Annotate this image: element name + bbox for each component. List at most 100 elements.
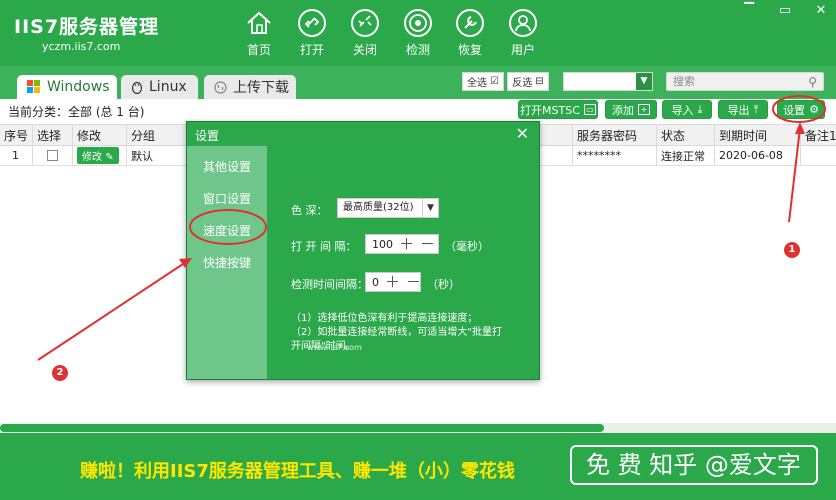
col-note1[interactable]: 备注1 (800, 125, 836, 145)
row-note1 (800, 146, 836, 165)
nav-restore-label: 恢复 (457, 43, 482, 57)
row-password: ******** (572, 146, 656, 165)
row-checkbox[interactable] (47, 150, 58, 161)
check-interval-unit: （秒） (427, 278, 460, 291)
wrench-icon (456, 9, 484, 37)
gear-icon: ⚙ (809, 103, 819, 116)
row-edit-cell: 修改 ✎ (72, 146, 126, 165)
tab-windows-label: Windows (47, 79, 110, 95)
color-depth-label: 色 深： (291, 204, 328, 217)
col-edit[interactable]: 修改 (72, 125, 126, 145)
check-interval-stepper[interactable]: 0 ＋ － (365, 272, 421, 292)
user-icon (509, 9, 537, 37)
nav-home-button[interactable]: 首页 (234, 8, 284, 58)
close-window-button[interactable]: ✕ (814, 3, 828, 18)
col-expiry[interactable]: 到期时间 (714, 125, 800, 145)
minimize-button[interactable]: ▔ (742, 3, 756, 18)
sidebar-item-speed[interactable]: 速度设置 (187, 222, 267, 239)
horizontal-scrollbar[interactable] (0, 423, 836, 433)
nav-user-button[interactable]: 用户 (498, 8, 548, 58)
dialog-watermark: www.iis7.com (307, 343, 362, 352)
plus-icon[interactable]: ＋ (399, 235, 414, 253)
windows-icon (27, 80, 40, 93)
check-interval-value: 0 (372, 275, 379, 289)
row-select-cell (32, 146, 72, 165)
col-select[interactable]: 选择 (32, 125, 72, 145)
banner-text: 赚啦！利用IIS7服务器管理工具、赚一堆（小）零花钱 (80, 457, 515, 483)
close-icon[interactable]: ✕ (516, 124, 529, 143)
settings-label: 设置 (783, 103, 806, 117)
col-group[interactable]: 分组 (126, 125, 186, 145)
checkbox-icon: ☑ (490, 76, 499, 87)
row-status: 连接正常 (656, 146, 714, 165)
monitor-icon: ▭ (583, 104, 596, 115)
invert-selection-button[interactable]: 反选 ⊟ (507, 72, 549, 91)
check-interval-label: 检测时间间隔： (291, 278, 368, 291)
col-password[interactable]: 服务器密码 (572, 125, 656, 145)
app-header: IIS7服务器管理 yczm.iis7.com 首页 打开 关闭 检测 恢复 用… (0, 0, 836, 66)
minus-icon[interactable]: － (420, 235, 435, 253)
banner-prefix: 赚啦！利用IIS7服务器管理工具、赚一堆（小） (80, 461, 461, 482)
invert-label: 反选 (512, 78, 533, 89)
open-mstsc-button[interactable]: 打开MSTSC ▭ (518, 100, 598, 119)
minus-icon[interactable]: － (406, 273, 421, 291)
edit-label: 修改 (82, 152, 102, 163)
category-dropdown[interactable]: ▼ (563, 72, 653, 91)
nav-close-label: 关闭 (352, 43, 377, 57)
sidebar-item-window[interactable]: 窗口设置 (187, 190, 267, 207)
nav-detect-button[interactable]: 检测 (393, 8, 443, 58)
import-button[interactable]: 导入 ⤓ (662, 100, 712, 119)
export-button[interactable]: 导出 ⤒ (718, 100, 768, 119)
nav-close-button[interactable]: 关闭 (340, 8, 390, 58)
open-interval-stepper[interactable]: 100 ＋ － (365, 234, 439, 254)
tab-linux[interactable]: Linux (121, 75, 198, 99)
settings-dialog: 设置 ✕ 其他设置 窗口设置 速度设置 快捷按键 色 深： 最高质量(32位) … (186, 121, 540, 380)
add-server-button[interactable]: 添加 + (605, 100, 657, 119)
nav-open-label: 打开 (299, 43, 324, 57)
os-tabbar: Windows Linux 上传下载 全选 ☑ 反选 ⊟ ▼ 搜索 ⚲ (0, 66, 836, 99)
logo-title: IIS7服务器管理 (14, 16, 160, 38)
annotation-marker-1: 1 (784, 242, 800, 258)
search-input[interactable]: 搜索 ⚲ (666, 72, 824, 91)
import-label: 导入 (671, 103, 694, 117)
col-index[interactable]: 序号 (0, 125, 32, 145)
export-icon: ⤒ (753, 102, 759, 116)
color-depth-value: 最高质量(32位) (343, 202, 414, 213)
select-all-button[interactable]: 全选 ☑ (462, 72, 504, 91)
logo-url: yczm.iis7.com (42, 40, 121, 53)
sidebar-item-other[interactable]: 其他设置 (187, 158, 267, 175)
search-icon[interactable]: ⚲ (808, 74, 817, 91)
nav-user-label: 用户 (510, 43, 535, 57)
settings-button[interactable]: 设置 ⚙ (777, 100, 825, 119)
detect-icon (404, 9, 432, 37)
promo-banner: 赚啦！利用IIS7服务器管理工具、赚一堆（小）零花钱 免 费 知乎 @爱文字 (0, 433, 836, 500)
annotation-marker-2: 2 (52, 365, 68, 381)
open-interval-unit: （毫秒） (445, 240, 489, 253)
scrollbar-thumb[interactable] (0, 424, 604, 432)
add-label: 添加 (612, 103, 634, 117)
sidebar-item-shortcut[interactable]: 快捷按键 (187, 254, 267, 271)
home-icon (247, 11, 271, 34)
plus-icon[interactable]: ＋ (385, 273, 400, 291)
col-status[interactable]: 状态 (656, 125, 714, 145)
banner-free-box: 免 费 知乎 @爱文字 (570, 445, 818, 485)
tab-upload-label: 上传下载 (233, 80, 289, 96)
open-mstsc-label: 打开MSTSC (520, 103, 580, 117)
chevron-down-icon: ▼ (636, 73, 652, 90)
export-label: 导出 (727, 103, 750, 117)
row-index: 1 (12, 149, 19, 162)
note-1: （1）选择低位色深有利于提高连接速度； (291, 313, 478, 324)
tab-windows[interactable]: Windows (17, 75, 117, 99)
edit-button[interactable]: 修改 ✎ (77, 147, 119, 164)
upload-icon (214, 80, 227, 94)
tab-upload-download[interactable]: 上传下载 (204, 75, 296, 99)
maximize-button[interactable]: ▭ (778, 3, 792, 18)
server-toolbar: 当前分类：全部 (总 1 台) 打开MSTSC ▭ 添加 + 导入 ⤓ 导出 ⤒… (0, 99, 836, 123)
link-icon (298, 9, 326, 37)
nav-restore-button[interactable]: 恢复 (445, 8, 495, 58)
nav-detect-label: 检测 (405, 43, 430, 57)
row-group: 默认 (126, 146, 186, 165)
color-depth-select[interactable]: 最高质量(32位) ▼ (337, 198, 439, 218)
arrow-line-2 (37, 261, 187, 361)
nav-open-button[interactable]: 打开 (287, 8, 337, 58)
